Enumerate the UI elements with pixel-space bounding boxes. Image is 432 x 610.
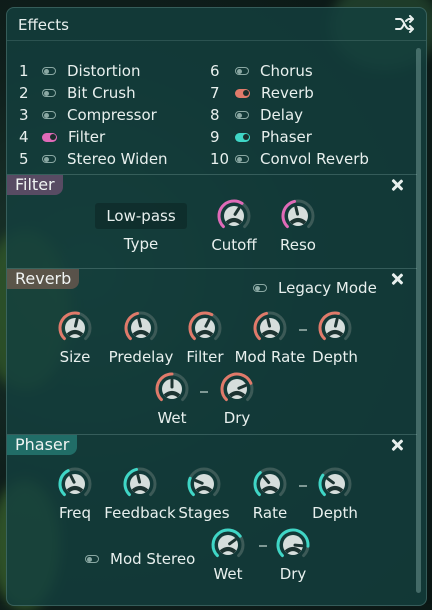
- effect-label: Chorus: [260, 62, 313, 80]
- effect-item-distortion[interactable]: 1 Distortion: [19, 61, 141, 81]
- effect-label: Phaser: [261, 128, 312, 146]
- knob-link-dash: [259, 545, 267, 547]
- filter-type-select[interactable]: Low-pass: [95, 203, 187, 229]
- effect-item-phaser[interactable]: 9 Phaser: [210, 127, 312, 147]
- effect-number: 7: [210, 84, 220, 102]
- effect-toggle[interactable]: [42, 132, 57, 142]
- knob-label: Dry: [223, 409, 251, 427]
- effect-number: 3: [19, 106, 29, 124]
- effect-label: Bit Crush: [67, 84, 136, 102]
- knob-label: Depth: [312, 504, 358, 522]
- effect-toggle[interactable]: [235, 111, 249, 119]
- knob-label: Dry: [279, 565, 307, 583]
- filter-section-title: Filter: [7, 175, 63, 195]
- effect-label: Filter: [68, 128, 106, 146]
- effect-item-reverb[interactable]: 7 Reverb: [210, 83, 314, 103]
- effect-toggle[interactable]: [42, 89, 56, 97]
- effect-number: 1: [19, 62, 29, 80]
- effects-panel: Effects 1 Distortion 2 Bit Crush 3 Compressor…: [6, 7, 427, 606]
- effect-number: 4: [19, 128, 29, 146]
- phaser-section: Phaser Mod Stereo Freq Feedback Stages Rate…: [7, 434, 417, 595]
- shuffle-icon[interactable]: [395, 15, 415, 33]
- effect-number: 5: [19, 150, 29, 168]
- legacy-mode-switch[interactable]: [253, 284, 267, 292]
- knob-size[interactable]: [57, 310, 93, 346]
- knob-wet[interactable]: [210, 527, 246, 563]
- effect-number: 8: [210, 106, 220, 124]
- effect-toggle[interactable]: [235, 88, 250, 98]
- effect-item-bit-crush[interactable]: 2 Bit Crush: [19, 83, 136, 103]
- filter-type-label: Type: [123, 235, 159, 253]
- knob-rate[interactable]: [252, 466, 288, 502]
- effect-item-compressor[interactable]: 3 Compressor: [19, 105, 157, 125]
- reverb-section-title: Reverb: [7, 269, 80, 289]
- knob-stages[interactable]: [186, 466, 222, 502]
- knob-cutoff[interactable]: [216, 198, 252, 234]
- knob-label: Depth: [312, 348, 358, 366]
- effect-item-stereo-widen[interactable]: 5 Stereo Widen: [19, 149, 168, 169]
- knob-mod-rate[interactable]: [252, 310, 288, 346]
- effect-item-filter[interactable]: 4 Filter: [19, 127, 105, 147]
- effect-label: Reverb: [261, 84, 314, 102]
- effect-label: Delay: [260, 106, 304, 124]
- knob-depth[interactable]: [317, 310, 353, 346]
- filter-section: Filter Low-pass Type Cutoff Reso: [7, 174, 417, 269]
- phaser-section-title: Phaser: [7, 435, 78, 455]
- reverb-section: Reverb Legacy Mode Size Predelay Filter Mod…: [7, 268, 417, 435]
- effect-number: 10: [210, 150, 230, 168]
- knob-label: Reso: [280, 236, 316, 254]
- effect-label: Compressor: [67, 106, 157, 124]
- close-reverb-button[interactable]: [391, 273, 403, 285]
- effect-item-delay[interactable]: 8 Delay: [210, 105, 303, 125]
- knob-dry[interactable]: [219, 371, 255, 407]
- effect-toggle[interactable]: [235, 132, 250, 142]
- legacy-mode-toggle[interactable]: Legacy Mode: [253, 279, 377, 297]
- effect-number: 2: [19, 84, 29, 102]
- effect-number: 9: [210, 128, 220, 146]
- effect-label: Convol Reverb: [260, 150, 369, 168]
- knob-feedback[interactable]: [122, 466, 158, 502]
- effect-list: 1 Distortion 2 Bit Crush 3 Compressor 4 Filter 5…: [7, 41, 417, 173]
- knob-dry[interactable]: [275, 527, 311, 563]
- knob-wet[interactable]: [154, 371, 190, 407]
- effect-item-convol-reverb[interactable]: 10 Convol Reverb: [210, 149, 369, 169]
- effect-toggle[interactable]: [42, 155, 56, 163]
- close-filter-button[interactable]: [391, 179, 403, 191]
- knob-link-dash: [299, 485, 307, 487]
- effect-label: Stereo Widen: [67, 150, 168, 168]
- mod-stereo-switch[interactable]: [85, 555, 99, 563]
- knob-filter[interactable]: [187, 310, 223, 346]
- knob-reso[interactable]: [280, 198, 316, 234]
- effects-header: Effects: [7, 8, 426, 41]
- knob-predelay[interactable]: [123, 310, 159, 346]
- effect-item-chorus[interactable]: 6 Chorus: [210, 61, 313, 81]
- knob-link-dash: [200, 391, 208, 393]
- panel-title: Effects: [18, 16, 69, 34]
- effect-toggle[interactable]: [42, 111, 56, 119]
- effect-number: 6: [210, 62, 220, 80]
- legacy-mode-label: Legacy Mode: [278, 279, 377, 297]
- knob-depth[interactable]: [317, 466, 353, 502]
- close-phaser-button[interactable]: [391, 439, 403, 451]
- mod-stereo-toggle[interactable]: Mod Stereo: [85, 550, 195, 568]
- effect-toggle[interactable]: [235, 155, 249, 163]
- knob-freq[interactable]: [57, 466, 93, 502]
- effect-label: Distortion: [67, 62, 141, 80]
- effect-toggle[interactable]: [235, 67, 249, 75]
- knob-link-dash: [299, 329, 307, 331]
- effect-toggle[interactable]: [42, 67, 56, 75]
